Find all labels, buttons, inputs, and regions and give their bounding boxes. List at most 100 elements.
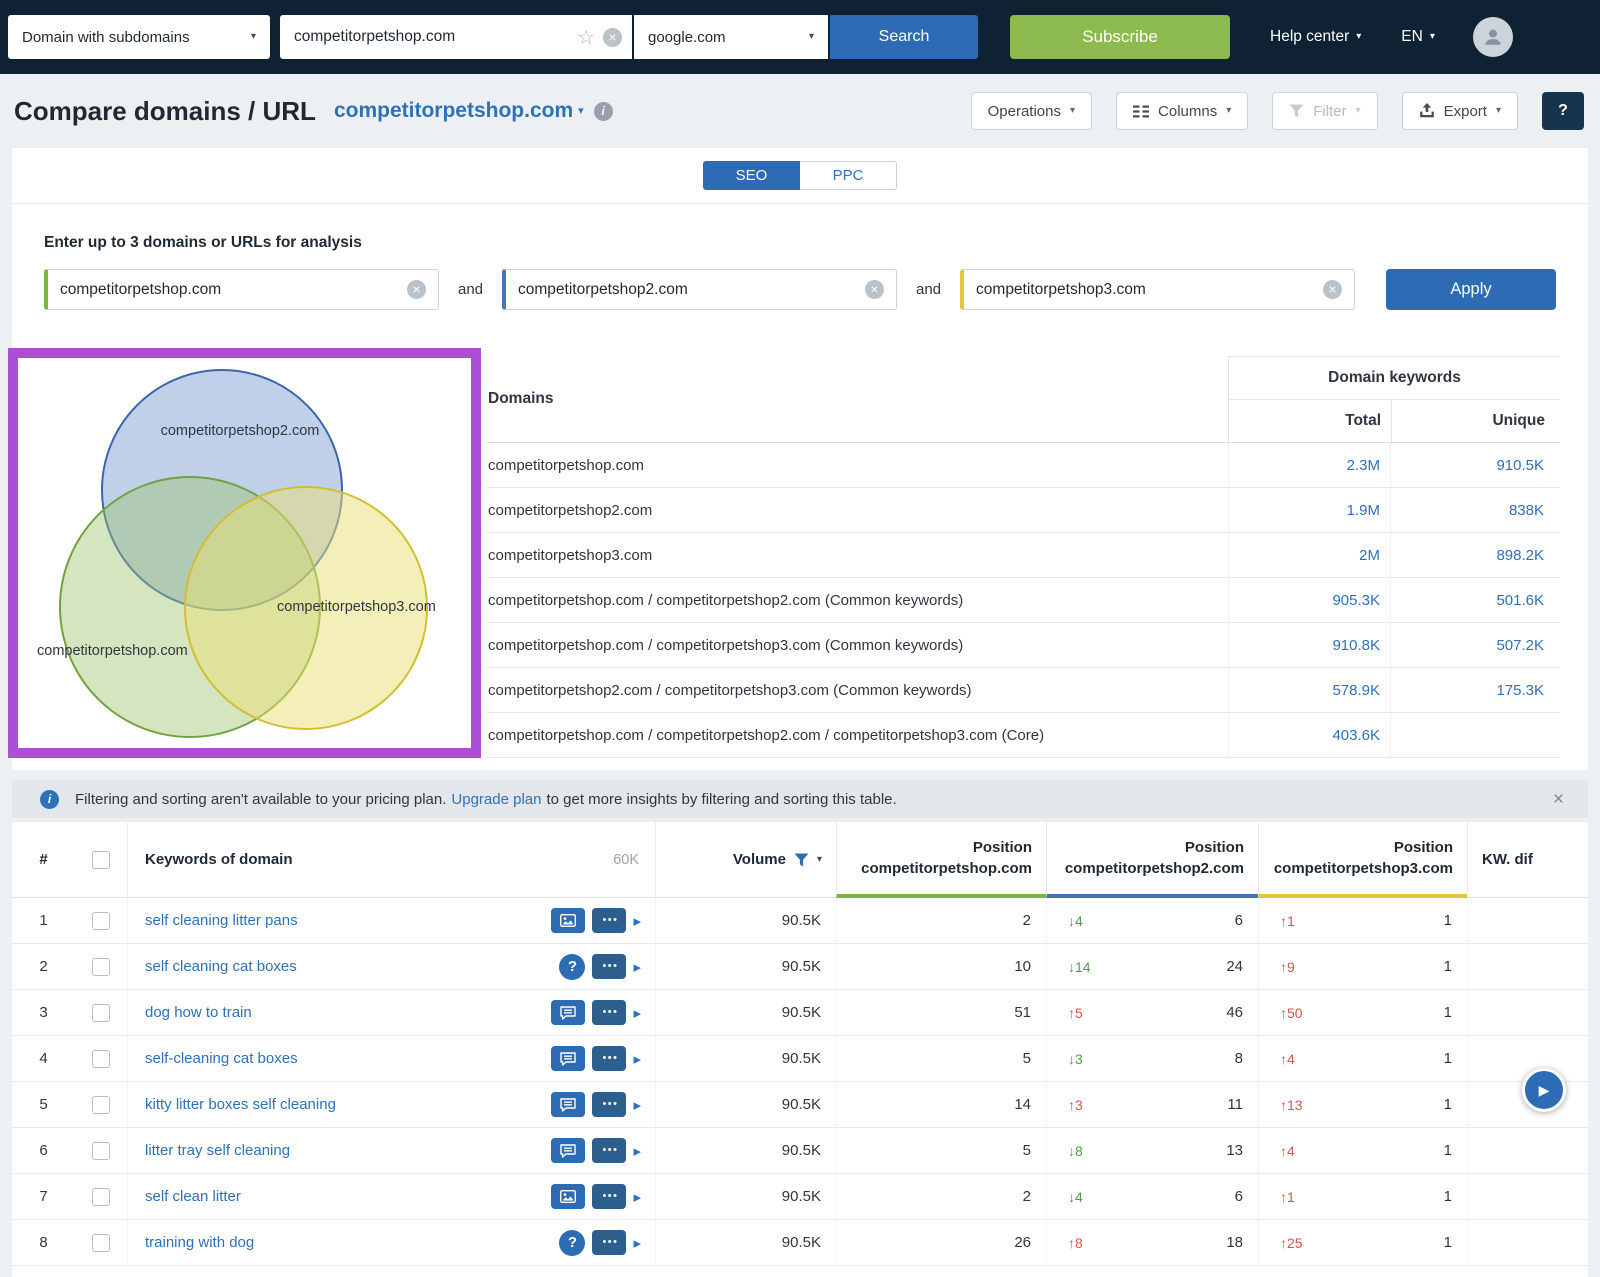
keyword-link[interactable]: training with dog bbox=[145, 1234, 254, 1251]
row-checkbox[interactable] bbox=[92, 1234, 110, 1252]
more-options-button[interactable]: ••• bbox=[592, 1138, 626, 1163]
keyword-link[interactable]: self cleaning cat boxes bbox=[145, 958, 297, 975]
position-domain-1: competitorpetshop.com bbox=[861, 858, 1032, 879]
row-checkbox[interactable] bbox=[92, 1142, 110, 1160]
total-keywords-link[interactable]: 2M bbox=[1228, 533, 1390, 577]
columns-button[interactable]: Columns ▾ bbox=[1116, 92, 1248, 130]
expand-row-icon[interactable]: ▸ bbox=[633, 1188, 641, 1206]
unique-keywords-link[interactable]: 838K bbox=[1390, 488, 1560, 532]
row-checkbox[interactable] bbox=[92, 1004, 110, 1022]
position-3-value: 1 bbox=[1444, 958, 1452, 975]
apply-button[interactable]: Apply bbox=[1386, 269, 1556, 310]
serp-feature-icon[interactable]: ? bbox=[551, 1138, 585, 1163]
more-options-button[interactable]: ••• bbox=[592, 908, 626, 933]
unique-keywords-link[interactable] bbox=[1390, 713, 1560, 757]
unique-keywords-link[interactable]: 501.6K bbox=[1390, 578, 1560, 622]
search-mode-select[interactable]: Domain with subdomains ▾ bbox=[8, 15, 270, 59]
row-checkbox[interactable] bbox=[92, 912, 110, 930]
keyword-link[interactable]: dog how to train bbox=[145, 1004, 252, 1021]
unique-keywords-link[interactable]: 910.5K bbox=[1390, 443, 1560, 487]
total-keywords-link[interactable]: 1.9M bbox=[1228, 488, 1390, 532]
row-checkbox[interactable] bbox=[92, 1050, 110, 1068]
scroll-right-button[interactable]: ▶ bbox=[1522, 1068, 1566, 1112]
serp-feature-icon[interactable]: ? bbox=[559, 1230, 585, 1256]
total-keywords-link[interactable]: 403.6K bbox=[1228, 713, 1390, 757]
serp-feature-icon[interactable]: ? bbox=[559, 954, 585, 980]
keyword-link[interactable]: self-cleaning cat boxes bbox=[145, 1050, 298, 1067]
volume-filter-icon[interactable] bbox=[794, 853, 809, 867]
keyword-link[interactable]: self clean litter bbox=[145, 1188, 241, 1205]
more-options-button[interactable]: ••• bbox=[592, 1092, 626, 1117]
volume-value: 90.5K bbox=[655, 1082, 836, 1127]
upgrade-plan-link[interactable]: Upgrade plan bbox=[451, 791, 541, 808]
keyword-link[interactable]: self cleaning litter pans bbox=[145, 912, 298, 929]
unique-keywords-link[interactable]: 175.3K bbox=[1390, 668, 1560, 712]
domain-1-field[interactable] bbox=[60, 281, 407, 299]
column-header-volume[interactable]: Volume ▾ bbox=[655, 822, 836, 898]
column-header-kw-diff[interactable]: KW. dif bbox=[1467, 822, 1588, 898]
expand-row-icon[interactable]: ▸ bbox=[633, 912, 641, 930]
select-all-checkbox[interactable] bbox=[92, 851, 110, 869]
tab-seo[interactable]: SEO bbox=[703, 161, 800, 190]
keyword-link[interactable]: kitty litter boxes self cleaning bbox=[145, 1096, 336, 1113]
volume-value: 90.5K bbox=[655, 990, 836, 1035]
more-options-button[interactable]: ••• bbox=[592, 1184, 626, 1209]
clear-icon[interactable]: × bbox=[865, 280, 884, 299]
keyword-link[interactable]: litter tray self cleaning bbox=[145, 1142, 290, 1159]
unique-keywords-link[interactable]: 507.2K bbox=[1390, 623, 1560, 667]
serp-feature-icon[interactable]: ? bbox=[551, 1046, 585, 1071]
more-options-button[interactable]: ••• bbox=[592, 1000, 626, 1025]
unique-keywords-link[interactable]: 898.2K bbox=[1390, 533, 1560, 577]
row-checkbox[interactable] bbox=[92, 1096, 110, 1114]
expand-row-icon[interactable]: ▸ bbox=[633, 1050, 641, 1068]
tab-ppc[interactable]: PPC bbox=[800, 161, 897, 190]
more-options-button[interactable]: ••• bbox=[592, 1230, 626, 1255]
expand-row-icon[interactable]: ▸ bbox=[633, 958, 641, 976]
subscribe-button[interactable]: Subscribe bbox=[1010, 15, 1230, 59]
column-header-keywords[interactable]: Keywords of domain 60K bbox=[128, 822, 655, 898]
serp-feature-icon[interactable]: ? bbox=[551, 908, 585, 933]
total-keywords-link[interactable]: 2.3M bbox=[1228, 443, 1390, 487]
columns-label: Columns bbox=[1158, 103, 1217, 120]
total-keywords-link[interactable]: 910.8K bbox=[1228, 623, 1390, 667]
search-input[interactable] bbox=[294, 28, 569, 46]
serp-feature-icon[interactable]: ? bbox=[551, 1092, 585, 1117]
comment-icon bbox=[560, 1006, 576, 1020]
column-header-position-1[interactable]: Position competitorpetshop.com bbox=[836, 822, 1046, 898]
close-icon[interactable]: × bbox=[1553, 790, 1564, 809]
column-header-position-3[interactable]: Position competitorpetshop3.com bbox=[1258, 822, 1467, 898]
info-icon[interactable]: i bbox=[594, 102, 613, 121]
analysis-heading: Enter up to 3 domains or URLs for analys… bbox=[44, 234, 1588, 252]
row-checkbox[interactable] bbox=[92, 958, 110, 976]
clear-search-icon[interactable]: × bbox=[603, 28, 622, 47]
serp-feature-icon[interactable]: ? bbox=[551, 1000, 585, 1025]
position-change: ↑1 bbox=[1280, 913, 1295, 929]
search-engine-select[interactable]: google.com ▾ bbox=[634, 15, 828, 59]
help-center-menu[interactable]: Help center ▾ bbox=[1270, 28, 1361, 46]
search-button[interactable]: Search bbox=[830, 15, 978, 59]
expand-row-icon[interactable]: ▸ bbox=[633, 1234, 641, 1252]
clear-icon[interactable]: × bbox=[1323, 280, 1342, 299]
selected-domain-link[interactable]: competitorpetshop.com ▾ bbox=[334, 99, 584, 123]
domain-2-field[interactable] bbox=[518, 281, 865, 299]
serp-feature-icon[interactable]: ? bbox=[551, 1184, 585, 1209]
total-keywords-link[interactable]: 578.9K bbox=[1228, 668, 1390, 712]
more-options-button[interactable]: ••• bbox=[592, 1046, 626, 1071]
avatar[interactable] bbox=[1473, 17, 1513, 57]
expand-row-icon[interactable]: ▸ bbox=[633, 1142, 641, 1160]
language-menu[interactable]: EN ▾ bbox=[1401, 28, 1435, 46]
compare-form: × and × and × Apply bbox=[44, 269, 1556, 310]
filter-button[interactable]: Filter ▾ bbox=[1272, 92, 1377, 130]
total-keywords-link[interactable]: 905.3K bbox=[1228, 578, 1390, 622]
row-checkbox[interactable] bbox=[92, 1188, 110, 1206]
favorite-star-icon[interactable]: ☆ bbox=[577, 25, 595, 50]
expand-row-icon[interactable]: ▸ bbox=[633, 1096, 641, 1114]
help-button[interactable]: ? bbox=[1542, 92, 1584, 130]
more-options-button[interactable]: ••• bbox=[592, 954, 626, 979]
export-button[interactable]: Export ▾ bbox=[1402, 92, 1518, 130]
column-header-position-2[interactable]: Position competitorpetshop2.com bbox=[1046, 822, 1258, 898]
operations-button[interactable]: Operations ▾ bbox=[971, 92, 1092, 130]
clear-icon[interactable]: × bbox=[407, 280, 426, 299]
domain-3-field[interactable] bbox=[976, 281, 1323, 299]
expand-row-icon[interactable]: ▸ bbox=[633, 1004, 641, 1022]
